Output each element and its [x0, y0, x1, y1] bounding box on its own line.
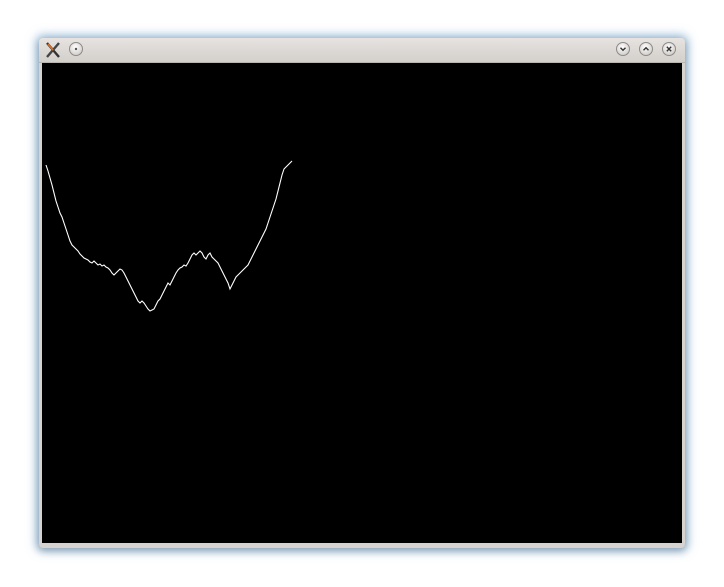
- xapp-icon: [46, 42, 60, 58]
- maximize-button[interactable]: [639, 42, 653, 56]
- window-menu-button[interactable]: [69, 42, 83, 56]
- close-button[interactable]: [662, 42, 676, 56]
- title-bar[interactable]: [39, 38, 685, 63]
- chevron-down-icon: [620, 47, 626, 52]
- app-window: [39, 38, 685, 548]
- random-walk-line: [45, 160, 293, 312]
- canvas-svg: [45, 160, 293, 312]
- chevron-up-icon: [643, 46, 649, 51]
- close-icon: [666, 46, 672, 52]
- drawing-canvas[interactable]: [42, 63, 682, 543]
- minimize-button[interactable]: [616, 42, 630, 56]
- circle-icon: [74, 47, 78, 51]
